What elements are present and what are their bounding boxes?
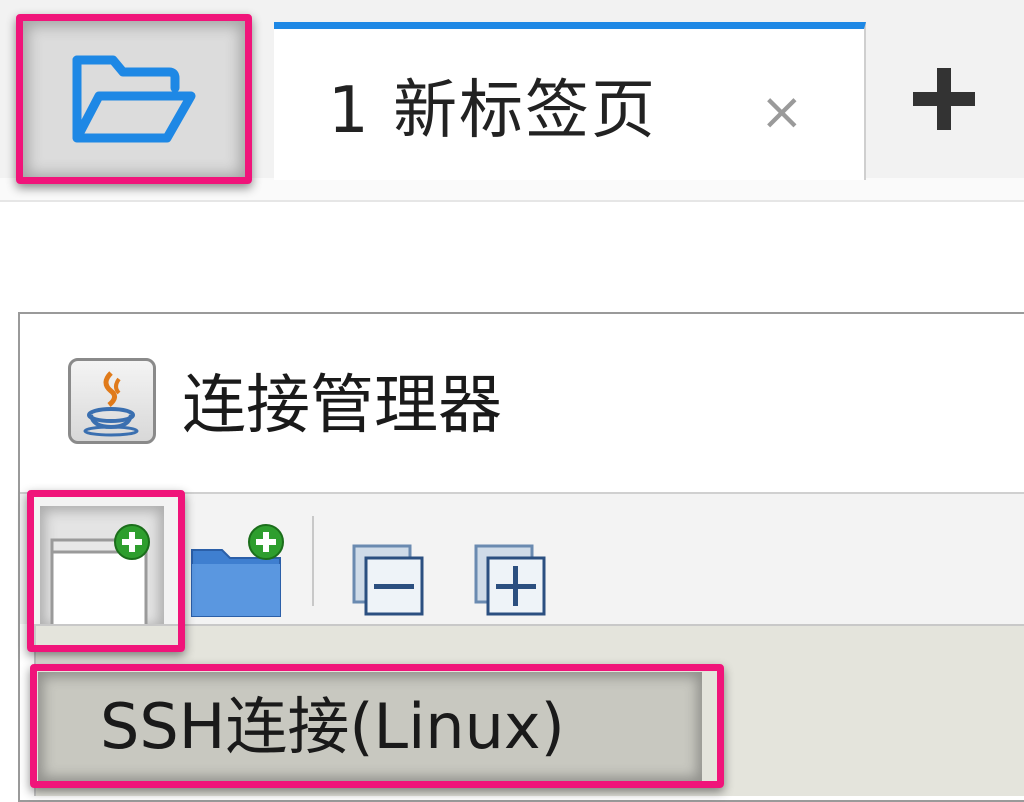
- add-tab-button[interactable]: [905, 60, 985, 140]
- connection-manager-window: 连接管理器 SSH连接(Linux): [18, 312, 1024, 802]
- tab-bar: 1 新标签页 ×: [0, 0, 1024, 202]
- new-folder-icon: [191, 524, 284, 617]
- new-folder-button[interactable]: [188, 524, 288, 620]
- collapse-all-button[interactable]: [350, 542, 430, 622]
- folder-open-icon: [72, 55, 196, 143]
- plus-icon: [913, 68, 975, 130]
- toolbar-separator: [312, 516, 314, 606]
- expand-all-button[interactable]: [472, 542, 552, 622]
- new-connection-button[interactable]: [40, 506, 164, 630]
- window-titlebar: 连接管理器: [20, 314, 1024, 494]
- tab-new-tab[interactable]: 1 新标签页 ×: [274, 22, 866, 180]
- connection-toolbar: [20, 494, 1024, 630]
- new-connection-icon: [50, 524, 150, 628]
- java-icon: [68, 358, 156, 444]
- menu-item-ssh-linux[interactable]: SSH连接(Linux): [38, 672, 702, 782]
- collapse-all-icon: [352, 544, 424, 616]
- tab-title: 1 新标签页: [328, 74, 658, 148]
- tab-close-icon[interactable]: ×: [760, 77, 804, 147]
- menu-item-label: SSH连接(Linux): [100, 690, 565, 763]
- open-folder-button[interactable]: [22, 20, 246, 180]
- tab-bar-divider: [0, 178, 1024, 200]
- expand-all-icon: [474, 544, 546, 616]
- window-title: 连接管理器: [182, 369, 502, 443]
